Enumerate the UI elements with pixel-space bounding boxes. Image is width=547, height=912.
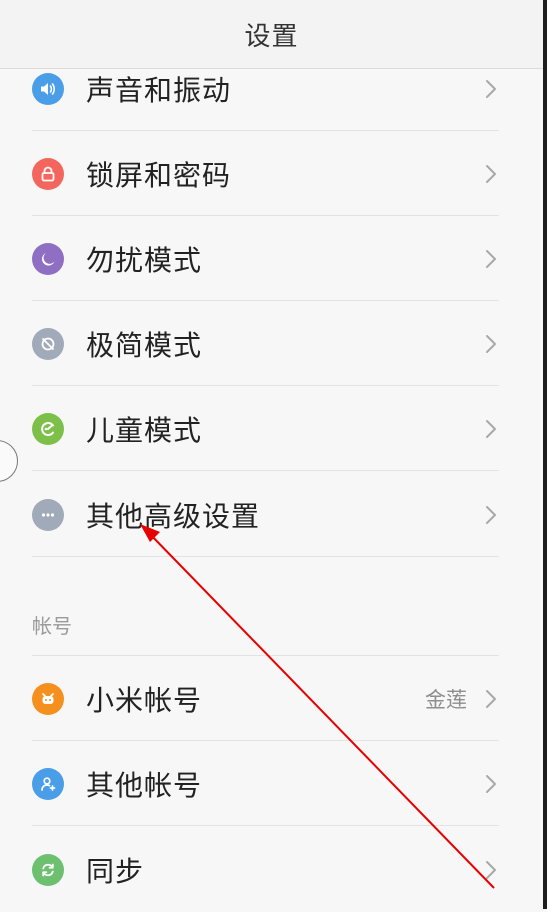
more-dots-icon — [32, 498, 64, 531]
settings-item-kids-mode[interactable]: 儿童模式 — [0, 386, 543, 471]
user-add-icon — [32, 767, 64, 800]
chevron-right-icon — [486, 79, 496, 98]
section-header-account: 帐号 — [32, 614, 72, 638]
settings-item-label: 勿扰模式 — [86, 243, 203, 277]
settings-item-label: 其他帐号 — [86, 768, 203, 802]
settings-item-label: 锁屏和密码 — [86, 158, 232, 192]
screen-edge — [543, 0, 547, 909]
chevron-right-icon — [486, 774, 496, 793]
settings-item-mi-account[interactable]: 小米帐号 金莲 — [0, 656, 543, 741]
settings-item-label: 其他高级设置 — [86, 499, 261, 533]
sync-icon — [32, 853, 64, 886]
settings-item-lockscreen-password[interactable]: 锁屏和密码 — [0, 131, 543, 216]
chevron-right-icon — [486, 334, 496, 353]
chevron-right-icon — [486, 505, 496, 524]
chevron-right-icon — [486, 689, 496, 708]
settings-item-label: 极简模式 — [86, 328, 203, 362]
chevron-right-icon — [486, 419, 496, 438]
settings-item-do-not-disturb[interactable]: 勿扰模式 — [0, 216, 543, 301]
divider — [32, 825, 499, 826]
speaker-icon — [32, 72, 64, 105]
lock-icon — [32, 157, 64, 190]
settings-item-sync[interactable]: 同步 — [0, 827, 543, 912]
settings-item-label: 声音和振动 — [86, 73, 232, 107]
settings-item-other-advanced[interactable]: 其他高级设置 — [0, 472, 543, 557]
kid-mode-icon — [32, 412, 64, 445]
settings-item-label: 小米帐号 — [86, 683, 203, 717]
settings-item-minimal-mode[interactable]: 极简模式 — [0, 301, 543, 386]
divider — [32, 470, 499, 471]
chevron-right-icon — [486, 164, 496, 183]
chevron-right-icon — [486, 860, 496, 879]
simple-mode-icon — [32, 327, 64, 360]
moon-icon — [32, 242, 64, 275]
settings-item-label: 儿童模式 — [86, 413, 203, 447]
account-name-value: 金莲 — [425, 687, 467, 712]
chevron-right-icon — [486, 249, 496, 268]
settings-item-label: 同步 — [86, 854, 145, 888]
settings-item-other-accounts[interactable]: 其他帐号 — [0, 741, 543, 826]
settings-item-sound-vibration[interactable]: 声音和振动 — [0, 46, 543, 131]
divider — [32, 556, 499, 557]
mi-account-icon — [32, 682, 64, 715]
